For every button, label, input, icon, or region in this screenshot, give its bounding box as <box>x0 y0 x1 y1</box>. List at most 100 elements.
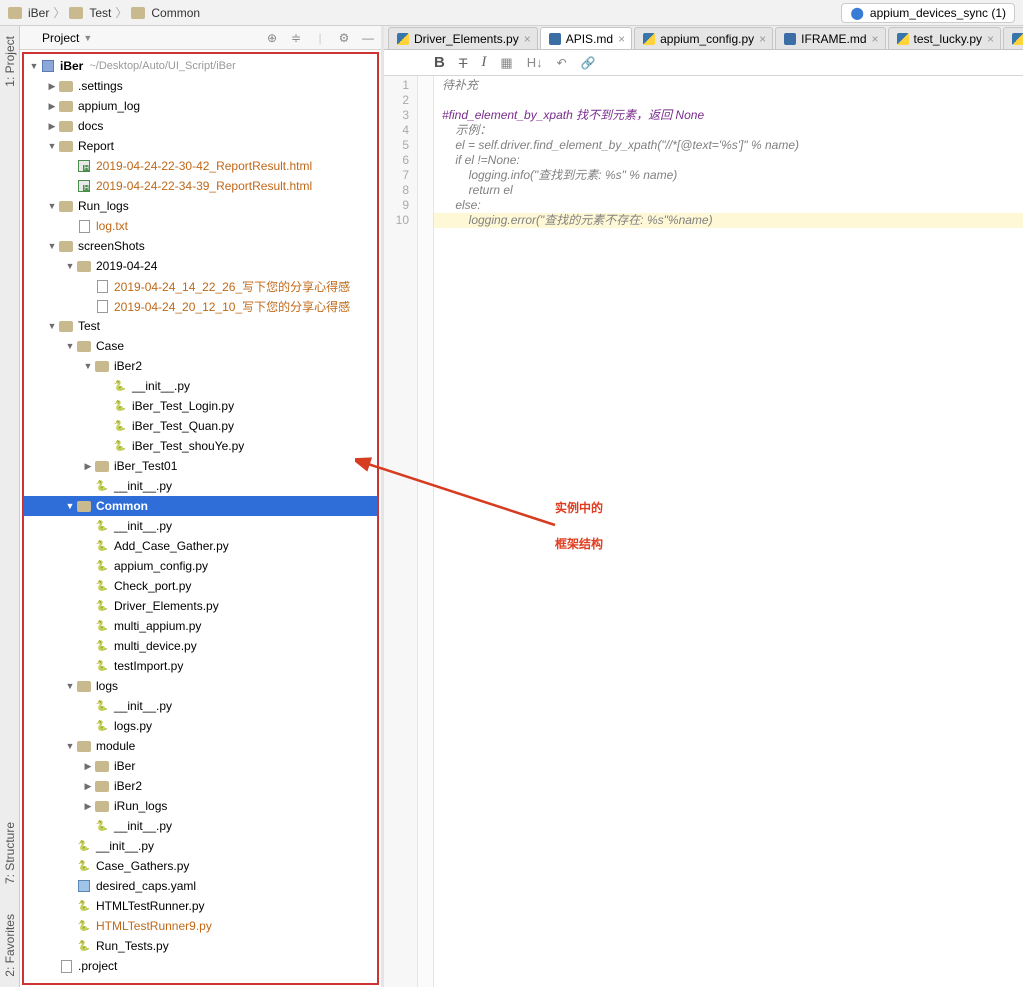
editor-tab[interactable]: Driver_Elements.py× <box>388 27 538 49</box>
tool-window-stripe[interactable]: 1: Project 7: Structure 2: Favorites <box>0 26 20 987</box>
tree-row[interactable]: ▼logs <box>24 676 377 696</box>
link-button[interactable]: 🔗 <box>581 56 596 70</box>
disclosure-icon[interactable]: ▼ <box>64 741 76 751</box>
tree-row[interactable]: 🐍iBer_Test_Quan.py <box>24 416 377 436</box>
disclosure-icon[interactable]: ▼ <box>46 321 58 331</box>
disclosure-icon[interactable]: ▼ <box>46 241 58 251</box>
tree-row[interactable]: ▼Case <box>24 336 377 356</box>
close-icon[interactable]: × <box>618 32 625 46</box>
tree-row[interactable]: ▶docs <box>24 116 377 136</box>
tree-row[interactable]: ▶appium_log <box>24 96 377 116</box>
header-button[interactable]: H↓ <box>527 55 543 70</box>
run-config-dropdown[interactable]: ⬤ appium_devices_sync (1) <box>841 3 1015 23</box>
tree-row[interactable]: 2019-04-24_20_12_10_写下您的分享心得感 <box>24 296 377 316</box>
tree-row[interactable]: ▼Report <box>24 136 377 156</box>
editor-tab[interactable]: v× <box>1003 27 1023 49</box>
editor-tab[interactable]: APIS.md× <box>540 27 632 49</box>
editor-tabs[interactable]: Driver_Elements.py×APIS.md×appium_config… <box>384 26 1023 50</box>
tree-row[interactable]: 🐍iBer_Test_Login.py <box>24 396 377 416</box>
tree-row[interactable]: 🐍multi_appium.py <box>24 616 377 636</box>
close-icon[interactable]: × <box>524 32 531 46</box>
hide-icon[interactable]: — <box>361 31 375 45</box>
disclosure-icon[interactable]: ▶ <box>46 101 58 112</box>
tree-row[interactable]: 🐍HTMLTestRunner9.py <box>24 916 377 936</box>
tree-row[interactable]: 🐍testImport.py <box>24 656 377 676</box>
breadcrumb-seg[interactable]: Common <box>151 6 200 20</box>
tree-row[interactable]: 🐍__init__.py <box>24 376 377 396</box>
editor-tab[interactable]: IFRAME.md× <box>775 27 885 49</box>
disclosure-icon[interactable]: ▼ <box>28 61 40 71</box>
disclosure-icon[interactable]: ▶ <box>46 81 58 92</box>
tree-row[interactable]: 🐍Driver_Elements.py <box>24 596 377 616</box>
fold-gutter[interactable] <box>418 76 434 987</box>
tree-row[interactable]: 🐍appium_config.py <box>24 556 377 576</box>
bold-button[interactable]: B <box>434 54 445 71</box>
editor-body[interactable]: 12345678910 待补充 #find_element_by_xpath 找… <box>384 76 1023 987</box>
tree-row[interactable]: 🐍Case_Gathers.py <box>24 856 377 876</box>
strike-button[interactable]: T <box>459 55 468 71</box>
panel-title[interactable]: Project <box>42 31 79 45</box>
collapse-icon[interactable]: ≑ <box>289 31 303 45</box>
tree-row[interactable]: 🐍multi_device.py <box>24 636 377 656</box>
tree-row[interactable]: ▼screenShots <box>24 236 377 256</box>
breadcrumb-seg[interactable]: iBer <box>28 6 49 20</box>
tree-row[interactable]: 🐍__init__.py <box>24 696 377 716</box>
editor-tab[interactable]: test_lucky.py× <box>888 27 1002 49</box>
disclosure-icon[interactable]: ▶ <box>46 121 58 132</box>
structure-tool-tab[interactable]: 7: Structure <box>3 822 17 884</box>
disclosure-icon[interactable]: ▶ <box>82 801 94 812</box>
tree-row[interactable]: 2019-04-24-22-34-39_ReportResult.html <box>24 176 377 196</box>
disclosure-icon[interactable]: ▼ <box>46 141 58 151</box>
tree-row[interactable]: ▶iBer_Test01 <box>24 456 377 476</box>
tree-row[interactable]: 🐍HTMLTestRunner.py <box>24 896 377 916</box>
tree-row[interactable]: ▼module <box>24 736 377 756</box>
project-tool-tab[interactable]: 1: Project <box>3 36 17 87</box>
tree-row[interactable]: 🐍__init__.py <box>24 836 377 856</box>
disclosure-icon[interactable]: ▶ <box>82 761 94 772</box>
tree-row[interactable]: ▼iBer2 <box>24 356 377 376</box>
target-icon[interactable]: ⊕ <box>265 31 279 45</box>
tree-row[interactable]: ▼Run_logs <box>24 196 377 216</box>
tree-row[interactable]: ▶.settings <box>24 76 377 96</box>
disclosure-icon[interactable]: ▶ <box>82 461 94 472</box>
tree-row[interactable]: 🐍logs.py <box>24 716 377 736</box>
project-tree[interactable]: ▼iBer~/Desktop/Auto/UI_Script/iBer▶.sett… <box>22 52 379 985</box>
tree-row[interactable]: .project <box>24 956 377 976</box>
tree-row[interactable]: 🐍Check_port.py <box>24 576 377 596</box>
tree-row[interactable]: 🐍__init__.py <box>24 516 377 536</box>
tree-row[interactable]: 🐍__init__.py <box>24 476 377 496</box>
tree-row[interactable]: log.txt <box>24 216 377 236</box>
disclosure-icon[interactable]: ▼ <box>64 261 76 271</box>
favorites-tool-tab[interactable]: 2: Favorites <box>3 914 17 977</box>
tree-row[interactable]: ▶iBer2 <box>24 776 377 796</box>
tree-row[interactable]: ▼Test <box>24 316 377 336</box>
gear-icon[interactable]: ⚙ <box>337 31 351 45</box>
disclosure-icon[interactable]: ▼ <box>82 361 94 371</box>
italic-button[interactable]: I <box>481 54 486 71</box>
tree-row[interactable]: 🐍__init__.py <box>24 816 377 836</box>
breadcrumb-seg[interactable]: Test <box>89 6 111 20</box>
disclosure-icon[interactable]: ▼ <box>64 341 76 351</box>
tree-row[interactable]: 🐍Add_Case_Gather.py <box>24 536 377 556</box>
tree-row[interactable]: 2019-04-24-22-30-42_ReportResult.html <box>24 156 377 176</box>
tree-row[interactable]: 🐍iBer_Test_shouYe.py <box>24 436 377 456</box>
close-icon[interactable]: × <box>759 32 766 46</box>
dropdown-icon[interactable]: ▼ <box>83 33 92 43</box>
disclosure-icon[interactable]: ▼ <box>46 201 58 211</box>
disclosure-icon[interactable]: ▼ <box>64 501 76 511</box>
tree-row[interactable]: ▶iRun_logs <box>24 796 377 816</box>
editor-tab[interactable]: appium_config.py× <box>634 27 773 49</box>
breadcrumb[interactable]: iBer 〉 Test 〉 Common <box>8 4 200 21</box>
close-icon[interactable]: × <box>987 32 994 46</box>
disclosure-icon[interactable]: ▼ <box>64 681 76 691</box>
tree-row[interactable]: ▼iBer~/Desktop/Auto/UI_Script/iBer <box>24 56 377 76</box>
code-content[interactable]: 待补充 #find_element_by_xpath 找不到元素，返回 None… <box>434 76 1023 987</box>
tree-row-selected[interactable]: ▼Common <box>24 496 377 516</box>
tree-row[interactable]: ▶iBer <box>24 756 377 776</box>
tree-row[interactable]: ▼2019-04-24 <box>24 256 377 276</box>
tree-row[interactable]: desired_caps.yaml <box>24 876 377 896</box>
disclosure-icon[interactable]: ▶ <box>82 781 94 792</box>
code-button[interactable]: ▦ <box>500 55 512 71</box>
undo-button[interactable]: ↶ <box>557 56 567 70</box>
tree-row[interactable]: 🐍Run_Tests.py <box>24 936 377 956</box>
